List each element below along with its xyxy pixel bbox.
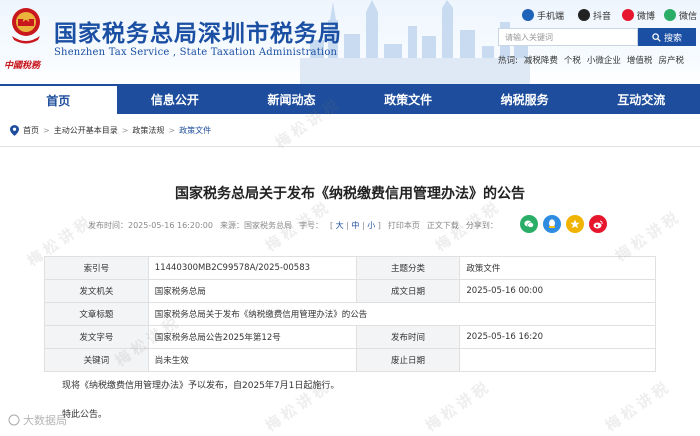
table-value: 国家税务总局公告2025年第12号 [147,325,357,349]
share-qzone-icon[interactable] [566,215,584,233]
table-value: 政策文件 [459,256,656,280]
print-link[interactable]: 打印本页 [388,220,420,231]
breadcrumb-separator: > [43,126,50,135]
table-row: 发文机关 国家税务总局 成文日期 2025-05-16 00:00 [44,279,656,303]
phone-icon [522,9,534,21]
share-buttons [520,215,607,233]
table-key: 主题分类 [355,256,461,280]
brand-script-logo: 中國稅務 [4,61,41,71]
search-input[interactable]: 请输入关键词 [498,28,638,46]
social-label: 微博 [637,11,656,22]
search-icon [652,32,661,42]
font-size-label: 字号： [298,221,323,230]
table-key: 关键词 [44,348,149,372]
nav-info-disclosure[interactable]: 信息公开 [117,84,234,114]
document-info-table: 索引号 11440300MB2C99578A/2025-00583 主题分类 政… [44,256,657,372]
article-sign-off: 特此公告。 [62,410,108,420]
bubble-icon [8,414,20,426]
font-size-small[interactable]: 小 [367,221,375,230]
share-label: 分享到： [465,221,498,230]
share-qq-icon[interactable] [543,215,561,233]
hot-words-label: 热词: [498,56,518,66]
national-emblem-icon [12,8,40,44]
hot-word[interactable]: 减税降费 [524,54,558,66]
nav-interaction[interactable]: 互动交流 [583,84,700,114]
table-key: 发布时间 [355,325,461,349]
hot-word[interactable]: 房产税 [658,54,684,66]
table-key: 索引号 [44,256,149,280]
article-body: 现将《纳税缴费信用管理办法》予以发布，自2025年7月1日起施行。 [62,381,340,391]
nav-policy[interactable]: 政策文件 [350,84,467,114]
social-link-wechat[interactable]: 微信 [664,8,697,22]
hot-words: 热词: 减税降费 个税 小微企业 增值税 房产税 [498,54,684,66]
table-value: 国家税务总局关于发布《纳税缴费信用管理办法》的公告 [147,302,657,326]
social-link-tiktok[interactable]: 抖音 [578,8,611,22]
corner-watermark: 大数据局 [8,412,67,428]
table-row: 发文字号 国家税务总局公告2025年第12号 发布时间 2025-05-16 1… [44,325,656,349]
breadcrumb-item[interactable]: 主动公开基本目录 [54,125,118,136]
breadcrumb: 首页 > 主动公开基本目录 > 政策法规 > 政策文件 [10,125,211,136]
social-label: 抖音 [593,11,612,22]
site-title[interactable]: 国家税务总局深圳市税务局 [54,14,342,48]
table-value: 2025-05-16 16:20 [459,325,656,349]
publish-time: 发布时间：2025-05-16 16:20:00 [88,221,213,230]
watermark: 梅松讲税 [421,376,495,436]
table-key: 发文字号 [44,325,149,349]
share-wechat-icon[interactable] [520,215,538,233]
table-row: 索引号 11440300MB2C99578A/2025-00583 主题分类 政… [44,256,656,280]
search-button[interactable]: 搜索 [638,28,696,46]
hot-word[interactable]: 个税 [564,54,581,66]
download-link[interactable]: 正文下载 [427,220,459,231]
table-value: 国家税务总局 [147,279,357,303]
social-label: 手机端 [537,11,565,22]
table-value: 2025-05-16 00:00 [459,279,656,303]
social-label: 微信 [679,11,698,22]
site-title-en: Shenzhen Tax Service , State Taxation Ad… [54,47,338,58]
share-weibo-icon[interactable] [589,215,607,233]
table-value: 尚未生效 [147,348,357,372]
table-value: 11440300MB2C99578A/2025-00583 [147,256,357,280]
site-header: 中國稅務 国家税务总局深圳市税务局 Shenzhen Tax Service ,… [0,0,700,84]
table-key: 文章标题 [44,302,149,326]
font-size-large[interactable]: 大 [336,221,344,230]
watermark: 梅松讲税 [601,376,675,436]
main-nav: 首页 信息公开 新闻动态 政策文件 纳税服务 互动交流 [0,84,700,114]
weibo-icon [622,9,634,21]
breadcrumb-separator: > [121,126,129,135]
table-value [459,348,656,372]
social-link-phone[interactable]: 手机端 [522,8,564,22]
tiktok-icon [578,9,590,21]
breadcrumb-item[interactable]: 首页 [23,125,39,136]
breadcrumb-item[interactable]: 政策法规 [132,125,164,136]
hot-word[interactable]: 小微企业 [587,54,621,66]
nav-tax-service[interactable]: 纳税服务 [466,84,583,114]
page: 中國稅務 国家税务总局深圳市税务局 Shenzhen Tax Service ,… [0,0,700,436]
article-title: 国家税务总局关于发布《纳税缴费信用管理办法》的公告 [175,186,525,202]
divider [0,146,700,147]
location-pin-icon [10,125,19,136]
breadcrumb-separator: > [168,126,176,135]
hot-word[interactable]: 增值税 [627,54,653,66]
font-size-medium[interactable]: 中 [351,221,359,230]
table-key: 成文日期 [355,279,461,303]
table-key: 发文机关 [44,279,149,303]
breadcrumb-current[interactable]: 政策文件 [179,125,211,136]
font-size-controls: [ 大 | 中 | 小 ] [329,221,381,230]
source: 来源：国家税务总局 [219,221,292,230]
article-meta: 发布时间：2025-05-16 16:20:00 来源：国家税务总局 字号： [… [88,220,498,231]
table-row: 文章标题 国家税务总局关于发布《纳税缴费信用管理办法》的公告 [44,302,657,326]
wechat-icon [664,9,676,21]
social-link-weibo[interactable]: 微博 [622,8,655,22]
table-row: 关键词 尚未生效 废止日期 [44,348,656,372]
nav-home[interactable]: 首页 [0,84,117,114]
search-button-label: 搜索 [663,33,682,44]
table-key: 废止日期 [355,348,461,372]
corner-watermark-text: 大数据局 [23,414,67,427]
nav-news[interactable]: 新闻动态 [233,84,350,114]
